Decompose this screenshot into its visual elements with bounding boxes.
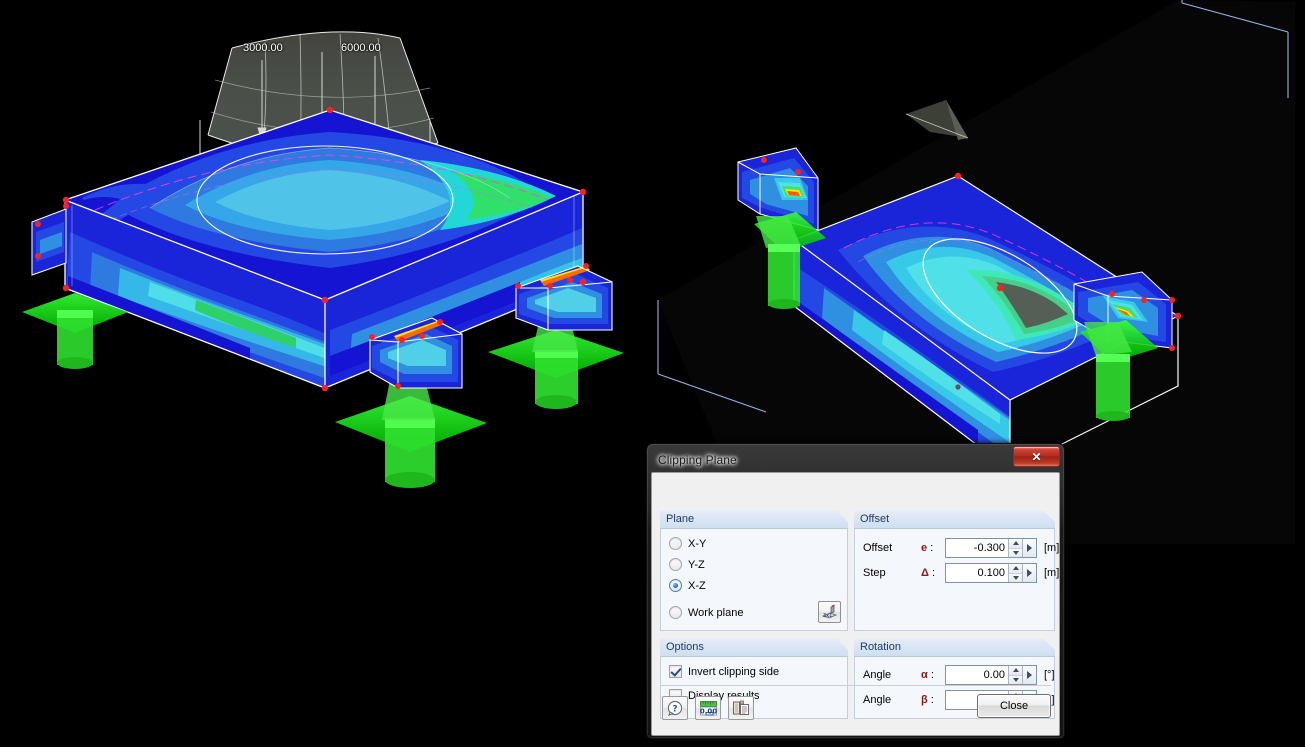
radio-label: X-Y [688,537,707,550]
alpha-spin-up[interactable] [1009,666,1022,676]
group-options-title: Options [660,639,848,657]
units-icon[interactable]: 0.00 [695,696,721,720]
svg-text:0.00: 0.00 [699,707,716,715]
clipboard-glyph [733,700,749,715]
svg-text:?: ? [672,704,677,714]
pedestal-left [31,203,69,276]
dialog-body: Plane X-Y Y-Z X-Z Work plane 3x1 Options… [651,472,1060,736]
offset-more-button[interactable] [1022,539,1036,557]
units-glyph: 0.00 [699,700,717,715]
radio-indicator [669,606,682,619]
field-offset-e: Offset e : -0.300 [m] [863,538,1059,558]
radio-label: X-Z [688,579,706,592]
radio-indicator [669,558,682,571]
offset-spinner[interactable]: -0.300 [945,538,1037,558]
group-offset: Offset Offset e : -0.300 [m] Step Δ: 0.… [854,511,1059,631]
field-unit: [m] [1044,567,1060,579]
load-label-3000: 3000.00 [243,42,283,54]
field-label: Angle [863,669,892,681]
svg-text:3x1: 3x1 [823,613,832,619]
field-unit: [m] [1044,542,1060,554]
field-label: Offset [863,542,893,554]
viewport-left-3d-model[interactable]: 3000.00 6000.00 [0,0,648,747]
close-x-glyph: ✕ [1031,449,1042,464]
step-spin-up[interactable] [1009,564,1022,574]
radio-indicator [669,579,682,592]
load-cone-clipped [905,100,969,140]
group-offset-title: Offset [854,511,1055,529]
radio-label: Y-Z [688,558,705,571]
dialog-title: Clipping Plane [658,452,737,467]
work-plane-glyph: 3x1 [821,604,838,619]
dialog-footer: ? 0.00 Close [660,685,1051,729]
alpha-spin-down[interactable] [1009,675,1022,684]
alpha-input[interactable]: 0.00 [946,666,1008,684]
work-plane-icon[interactable]: 3x1 [818,601,841,623]
step-spin-arrows[interactable] [1008,564,1022,582]
field-angle-alpha: Angle α : 0.00 [°] [863,665,1055,685]
group-plane-body: X-Y Y-Z X-Z Work plane 3x1 [660,529,848,631]
step-more-button[interactable] [1022,564,1036,582]
radio-label: Work plane [688,606,744,619]
step-spin-down[interactable] [1009,573,1022,582]
offset-spin-up[interactable] [1009,539,1022,549]
symbol-glyph: Δ [921,567,929,579]
checkbox-label: Invert clipping side [688,665,780,678]
footer-toolbar: ? 0.00 [662,696,754,720]
field-label: Step [863,567,886,579]
dialog-titlebar[interactable]: Clipping Plane ✕ [651,446,1060,472]
clipping-plane-dialog[interactable]: Clipping Plane ✕ Plane X-Y Y-Z X-Z Work … [646,443,1065,739]
clipboard-icon[interactable] [728,696,754,720]
radio-plane-xz[interactable]: X-Z [669,579,706,592]
close-button[interactable]: Close [977,694,1051,718]
field-step-delta: Step Δ : 0.100 [m] [863,563,1059,583]
alpha-spinner[interactable]: 0.00 [945,665,1037,685]
help-icon[interactable]: ? [662,696,688,720]
symbol-glyph: α [921,669,928,681]
alpha-spin-arrows[interactable] [1008,666,1022,684]
model-full-svg [22,31,624,488]
radio-indicator [669,537,682,550]
field-symbol: e : [921,542,934,554]
field-symbol: Δ : [921,567,936,579]
help-glyph: ? [667,700,682,716]
radio-plane-xy[interactable]: X-Y [669,537,706,550]
field-unit: [°] [1044,669,1055,681]
group-offset-body: Offset e : -0.300 [m] Step Δ: 0.100 [m] [854,529,1059,631]
step-input[interactable]: 0.100 [946,564,1008,582]
offset-spin-arrows[interactable] [1008,539,1022,557]
step-spinner[interactable]: 0.100 [945,563,1037,583]
alpha-more-button[interactable] [1022,666,1036,684]
checkbox-invert-clipping-side[interactable]: Invert clipping side [669,665,779,678]
group-plane: Plane X-Y Y-Z X-Z Work plane 3x1 [660,511,848,631]
origin-marker [955,384,961,390]
offset-input[interactable]: -0.300 [946,539,1008,557]
load-label-6000: 6000.00 [341,42,381,54]
close-icon[interactable]: ✕ [1013,446,1060,467]
field-symbol: α : [921,669,934,681]
offset-spin-down[interactable] [1009,548,1022,557]
group-rotation-title: Rotation [854,639,1055,657]
group-plane-title: Plane [660,511,848,529]
radio-plane-work-plane[interactable]: Work plane [669,606,743,619]
radio-plane-yz[interactable]: Y-Z [669,558,705,571]
screen: 3000.00 6000.00 Clipping Plane ✕ Plane X… [0,0,1305,747]
checkbox-indicator [669,665,682,678]
